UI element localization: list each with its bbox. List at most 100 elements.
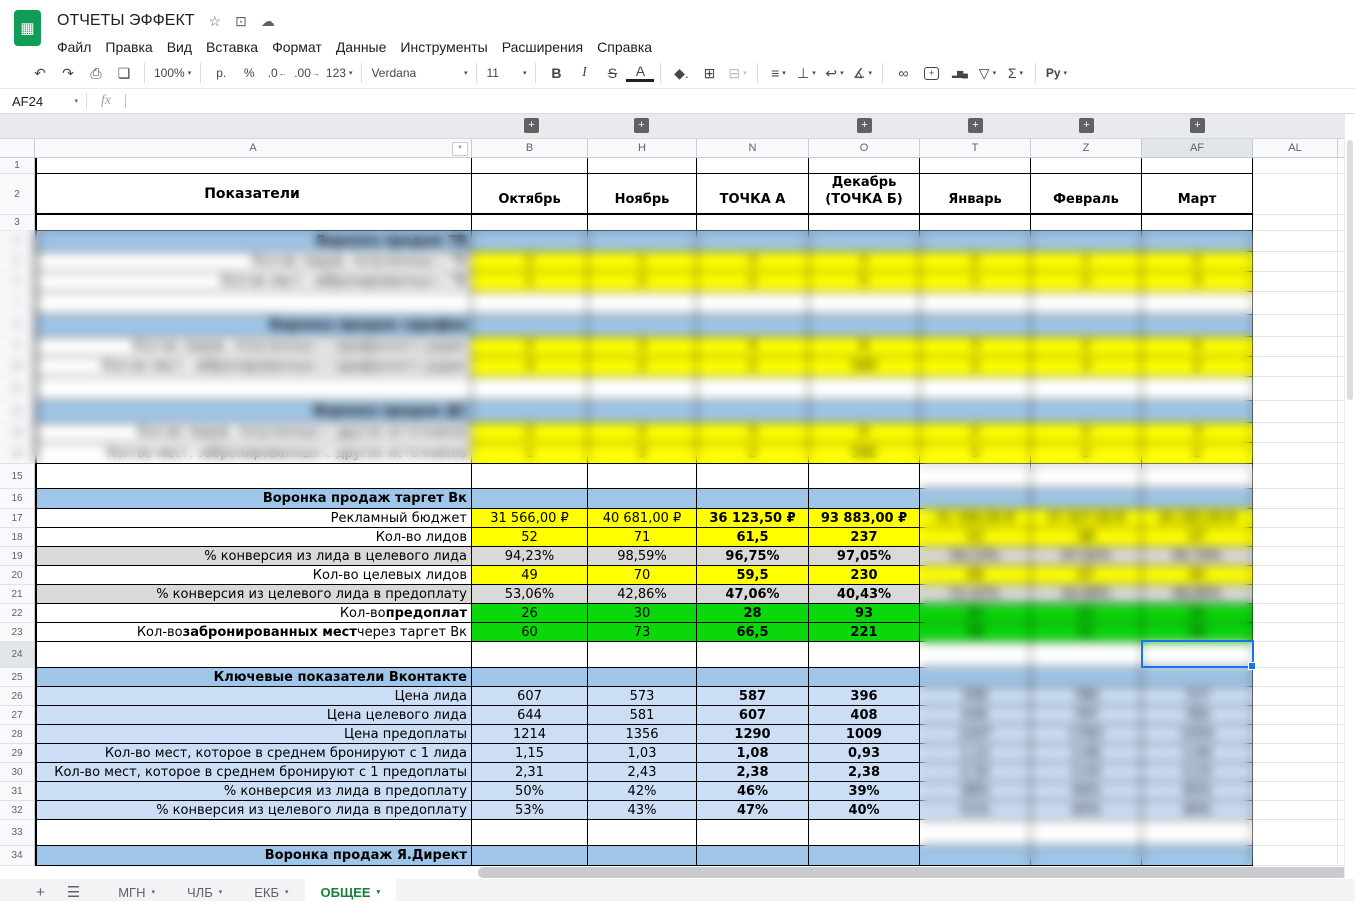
all-sheets-icon[interactable]: ☰ <box>67 883 80 901</box>
row-header-29[interactable]: 29 <box>0 744 35 763</box>
cell-AF33[interactable] <box>1142 820 1253 846</box>
cell-AF22[interactable]: 22 <box>1142 604 1253 623</box>
cell-O26[interactable]: 396 <box>809 687 920 706</box>
cell-T8[interactable] <box>920 315 1031 337</box>
cell-B25[interactable] <box>472 668 588 687</box>
font-select[interactable]: Verdana ▾ <box>368 61 470 85</box>
cell-Z26[interactable]: 780 <box>1031 687 1142 706</box>
column-header-O[interactable]: O <box>809 139 920 158</box>
cell-AL16[interactable] <box>1253 489 1338 509</box>
column-header-AF[interactable]: AF <box>1142 139 1253 158</box>
cell-T21[interactable]: 51,02% <box>920 585 1031 604</box>
row-label-16[interactable]: Воронка продаж таргет Вк <box>35 489 472 509</box>
text-color-button[interactable]: A <box>626 62 655 82</box>
cell-AL34[interactable] <box>1253 846 1338 866</box>
menu-item-4[interactable]: Вставка <box>199 38 265 56</box>
cell-N27[interactable]: 607 <box>697 706 809 725</box>
font-size-select[interactable]: 11 ▾ <box>483 61 529 85</box>
cell-Z12[interactable] <box>1031 401 1142 423</box>
cell-N11[interactable] <box>697 377 809 401</box>
cell-N8[interactable] <box>697 315 809 337</box>
row-label-7[interactable] <box>35 292 472 315</box>
cell-H15[interactable] <box>588 464 697 489</box>
merge-cells-icon[interactable]: ⊟ ▾ <box>723 61 751 85</box>
cell-T25[interactable] <box>920 668 1031 687</box>
expand-column-group-B[interactable]: + <box>524 118 539 133</box>
cell-AF9[interactable]: 4 <box>1142 337 1253 357</box>
cell-AL8[interactable] <box>1253 315 1338 337</box>
row-header-10[interactable]: 10 <box>0 357 35 377</box>
cell-T26[interactable]: 599 <box>920 687 1031 706</box>
cell-O30[interactable]: 2,38 <box>809 763 920 782</box>
cell-Z17[interactable]: 37 427,00 ₽ <box>1031 509 1142 528</box>
cell-AF23[interactable]: 49 <box>1142 623 1253 642</box>
cell-H32[interactable]: 43% <box>588 801 697 820</box>
cell-T33[interactable] <box>920 820 1031 846</box>
format-currency-button[interactable]: p. <box>207 61 235 85</box>
row-label-15[interactable] <box>35 464 472 489</box>
cell-H3[interactable] <box>588 215 697 231</box>
vertical-scrollbar-thumb[interactable] <box>1347 140 1353 400</box>
row-label-28[interactable]: Цена предоплаты <box>35 725 472 744</box>
cell-O23[interactable]: 221 <box>809 623 920 642</box>
cell-N23[interactable]: 66,5 <box>697 623 809 642</box>
cell-AF12[interactable] <box>1142 401 1253 423</box>
cell-N16[interactable] <box>697 489 809 509</box>
cell-Z20[interactable]: 47 <box>1031 566 1142 585</box>
cell-AL15[interactable] <box>1253 464 1338 489</box>
cell-Z33[interactable] <box>1031 820 1142 846</box>
cell-O21[interactable]: 40,43% <box>809 585 920 604</box>
cell-AF4[interactable] <box>1142 231 1253 252</box>
cell-T1[interactable] <box>920 158 1031 174</box>
row-header-24[interactable]: 24 <box>0 642 35 668</box>
cell-B30[interactable]: 2,31 <box>472 763 588 782</box>
cell-AF31[interactable]: 45% <box>1142 782 1253 801</box>
cell-O1[interactable] <box>809 158 920 174</box>
cell-H14[interactable]: 3 <box>588 443 697 464</box>
row-header-9[interactable]: 9 <box>0 337 35 357</box>
cell-O14[interactable]: 540 <box>809 443 920 464</box>
cell-AF27[interactable]: 760 <box>1142 706 1253 725</box>
cell-AF34[interactable] <box>1142 846 1253 866</box>
cell-H33[interactable] <box>588 820 697 846</box>
horizontal-align-icon[interactable]: ≡ ▾ <box>764 61 792 85</box>
expand-column-group-Z[interactable]: + <box>1079 118 1094 133</box>
cell-H26[interactable]: 573 <box>588 687 697 706</box>
fill-color-icon[interactable]: ◆. <box>667 61 695 85</box>
menu-item-9[interactable]: Справка <box>590 38 659 56</box>
cell-B1[interactable] <box>472 158 588 174</box>
row-label-18[interactable]: Кол-во лидов <box>35 528 472 547</box>
cell-AL3[interactable] <box>1253 215 1338 231</box>
cell-T4[interactable] <box>920 231 1031 252</box>
row-label-27[interactable]: Цена целевого лида <box>35 706 472 725</box>
cell-N33[interactable] <box>697 820 809 846</box>
row-label-20[interactable]: Кол-во целевых лидов <box>35 566 472 585</box>
expand-column-group-AF[interactable]: + <box>1190 118 1205 133</box>
cell-T29[interactable]: 1,12 <box>920 744 1031 763</box>
row-label-19[interactable]: % конверсия из лида в целевого лида <box>35 547 472 566</box>
cell-Z30[interactable]: 2,43 <box>1031 763 1142 782</box>
row-label-31[interactable]: % конверсия из лида в предоплату <box>35 782 472 801</box>
row-header-18[interactable]: 18 <box>0 528 35 547</box>
borders-icon[interactable]: ⊞ <box>695 61 723 85</box>
cell-H4[interactable] <box>588 231 697 252</box>
cell-N4[interactable] <box>697 231 809 252</box>
cell-AF28[interactable]: 1554 <box>1142 725 1253 744</box>
cell-H28[interactable]: 1356 <box>588 725 697 744</box>
cell-N14[interactable]: 2 <box>697 443 809 464</box>
cell-O6[interactable]: 5 <box>809 272 920 292</box>
cell-O15[interactable] <box>809 464 920 489</box>
cell-Z7[interactable] <box>1031 292 1142 315</box>
cell-AF16[interactable] <box>1142 489 1253 509</box>
cell-B21[interactable]: 53,06% <box>472 585 588 604</box>
cell-H1[interactable] <box>588 158 697 174</box>
document-title[interactable]: ОТЧЕТЫ ЭФФЕКТ <box>57 12 195 30</box>
cell-AF7[interactable] <box>1142 292 1253 315</box>
cell-O28[interactable]: 1009 <box>809 725 920 744</box>
row-label-12[interactable]: Воронка продаж ДС <box>35 401 472 423</box>
cell-Z16[interactable] <box>1031 489 1142 509</box>
row-header-5[interactable]: 5 <box>0 252 35 272</box>
cell-Z32[interactable]: 45% <box>1031 801 1142 820</box>
cell-Z21[interactable]: 44,68% <box>1031 585 1142 604</box>
cell-Z1[interactable] <box>1031 158 1142 174</box>
